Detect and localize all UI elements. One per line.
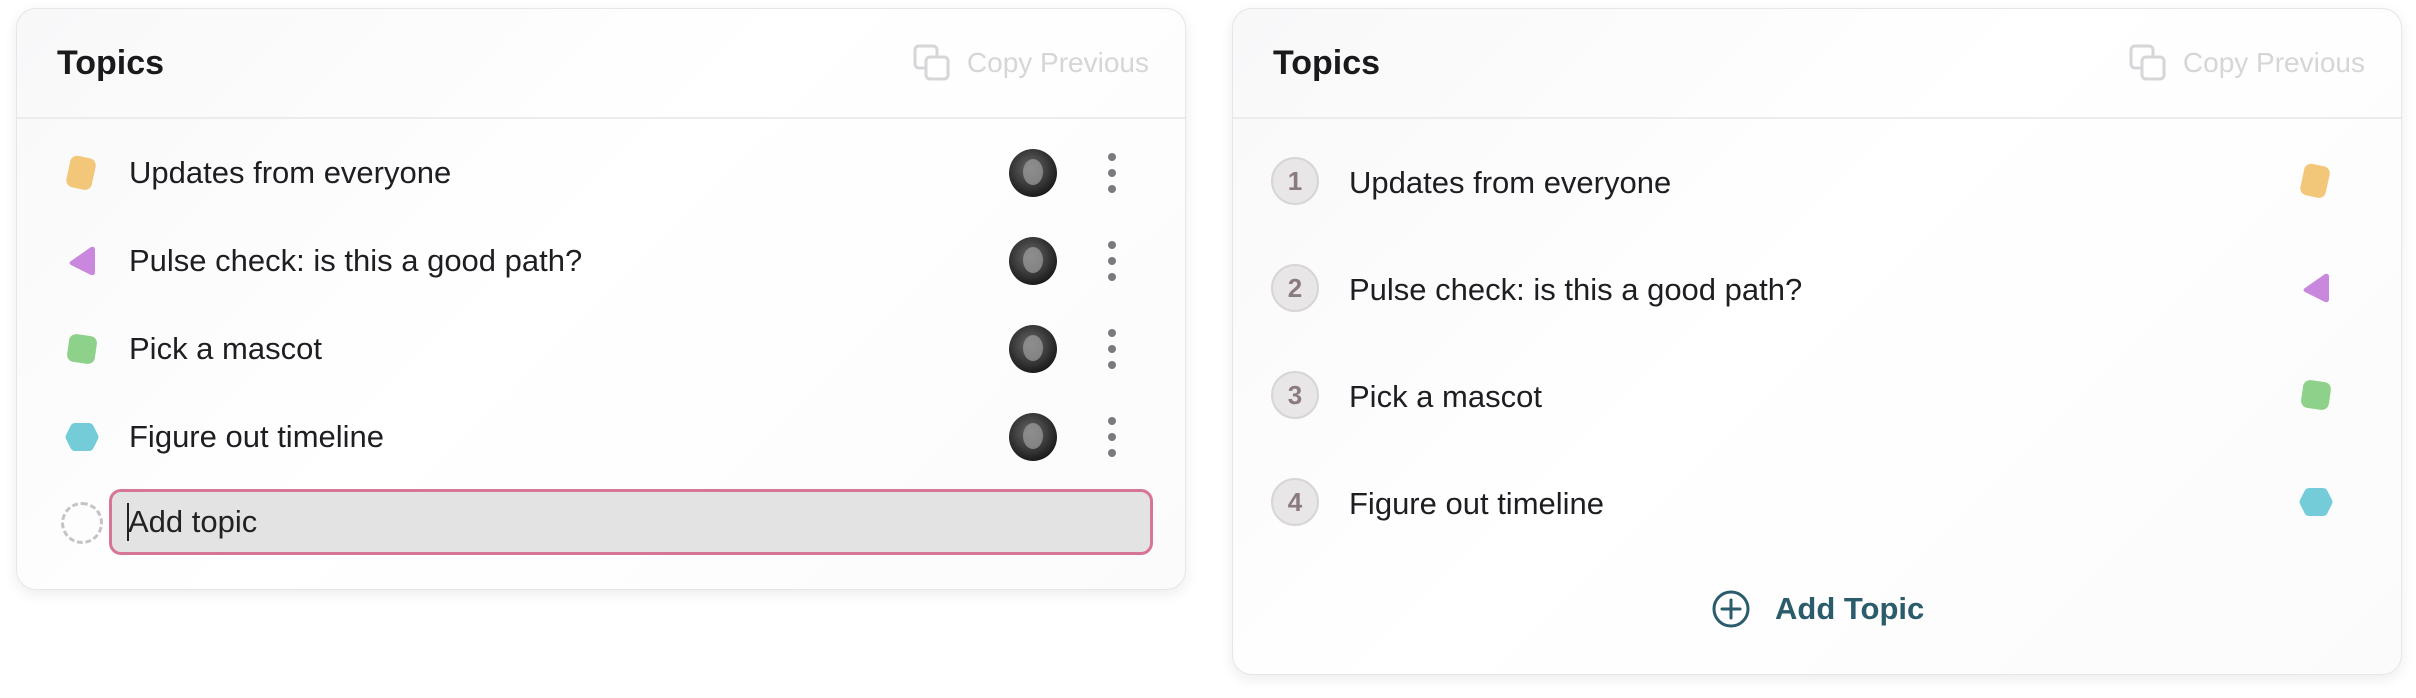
purple-triangle-icon: [2303, 273, 2329, 303]
avatar[interactable]: [1009, 149, 1057, 197]
copy-previous-button[interactable]: Copy Previous: [2129, 44, 2365, 82]
topic-number-badge: 3: [1271, 371, 1319, 419]
more-options-icon[interactable]: [1105, 241, 1119, 281]
copy-previous-button[interactable]: Copy Previous: [913, 44, 1149, 82]
topics-panel-view: Topics Copy Previous 1 Updates from ever…: [1232, 8, 2402, 675]
green-rounded-square-icon: [67, 334, 97, 364]
avatar[interactable]: [1009, 325, 1057, 373]
topic-label: Figure out timeline: [129, 419, 385, 454]
teal-hexagon-icon: [65, 423, 99, 451]
topic-label: Updates from everyone: [129, 155, 452, 190]
more-options-icon[interactable]: [1105, 153, 1119, 193]
panel-title: Topics: [1273, 43, 1381, 82]
topic-label: Updates from everyone: [1349, 165, 1672, 200]
more-options-icon[interactable]: [1105, 329, 1119, 369]
topic-number-badge: 4: [1271, 478, 1319, 526]
panel-header: Topics Copy Previous: [17, 9, 1185, 119]
topic-number-badge: 1: [1271, 157, 1319, 205]
topic-label: Pulse check: is this a good path?: [129, 243, 583, 278]
topic-label: Pulse check: is this a good path?: [1349, 272, 1803, 307]
avatar[interactable]: [1009, 413, 1057, 461]
topic-label: Pick a mascot: [129, 331, 322, 366]
topic-number-badge: 2: [1271, 264, 1319, 312]
text-caret: [127, 503, 129, 541]
orange-rounded-square-icon: [66, 155, 96, 190]
copy-icon: [913, 44, 950, 81]
copy-previous-label: Copy Previous: [966, 47, 1149, 78]
topic-label: Figure out timeline: [1349, 486, 1605, 521]
orange-rounded-square-icon: [2300, 163, 2330, 198]
add-topic-label: Add Topic: [1775, 591, 1925, 626]
purple-triangle-icon: [69, 246, 95, 276]
topics-panel-edit: Topics Copy Previous Updates from everyo…: [16, 8, 1186, 590]
more-options-icon[interactable]: [1105, 417, 1119, 457]
panel-header: Topics Copy Previous: [1233, 9, 2401, 119]
new-topic-placeholder-icon: [61, 502, 103, 544]
avatar[interactable]: [1009, 237, 1057, 285]
copy-icon: [2129, 44, 2166, 81]
copy-previous-label: Copy Previous: [2182, 47, 2365, 78]
teal-hexagon-icon: [2299, 488, 2333, 516]
panel-title: Topics: [57, 43, 165, 82]
plus-circle-icon: [1712, 590, 1750, 628]
add-topic-input[interactable]: [109, 489, 1153, 555]
add-topic-button[interactable]: Add Topic: [1711, 589, 1924, 629]
topic-label: Pick a mascot: [1349, 379, 1542, 414]
green-rounded-square-icon: [2301, 380, 2331, 410]
